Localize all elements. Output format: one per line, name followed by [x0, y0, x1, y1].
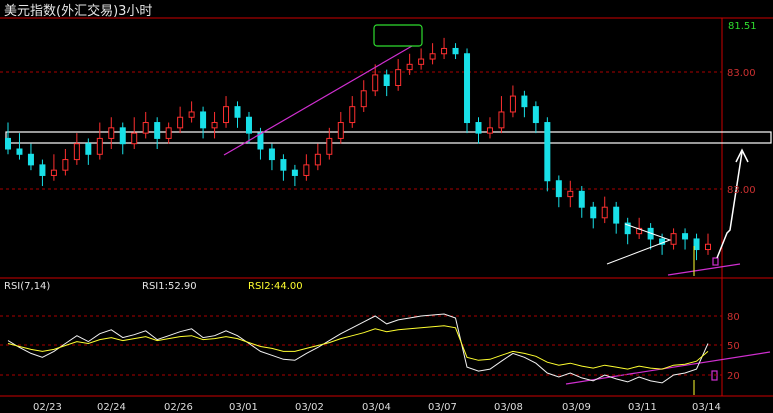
candle-body	[326, 137, 333, 155]
candle-body	[119, 127, 126, 145]
rsi1-value: RSI1:52.90	[142, 281, 197, 292]
candle-body	[200, 111, 207, 129]
date-label: 02/24	[97, 402, 126, 413]
candle-body	[693, 238, 700, 251]
candle-body	[670, 233, 677, 245]
candle-body	[441, 47, 448, 55]
candle-body	[223, 106, 230, 124]
date-label: 02/26	[164, 402, 193, 413]
date-label: 03/02	[295, 402, 324, 413]
candle-body	[532, 106, 539, 124]
candle-body	[486, 127, 493, 134]
rsi-axis-20: 20	[727, 371, 740, 382]
bottom-trendline	[667, 263, 741, 276]
candle-body	[395, 69, 402, 86]
candle-body	[682, 233, 689, 240]
uptrend-line	[223, 45, 413, 156]
candle-body	[429, 53, 436, 60]
chart-canvas[interactable]: 81.51 83.00 83.00 80 50 20 02/23 02/24 02/…	[0, 0, 773, 413]
candle-body	[62, 159, 69, 171]
rsi1-line	[7, 313, 709, 384]
candle-body	[590, 206, 597, 219]
candle-body	[303, 164, 310, 176]
marker-box	[712, 257, 719, 266]
candle-body	[567, 190, 574, 198]
rsi2-line	[7, 325, 709, 370]
date-axis: 02/23 02/24 02/26 03/01 03/02 03/04 03/07 03/08…	[33, 402, 721, 413]
candle-body	[5, 137, 11, 150]
candle-body	[96, 137, 103, 155]
candle-body	[360, 90, 367, 108]
price-label-2: 83.00	[727, 185, 756, 196]
date-label: 03/07	[428, 402, 457, 413]
date-label: 03/09	[562, 402, 591, 413]
candle-body	[475, 122, 482, 134]
rsi-axis-50: 50	[727, 341, 740, 352]
candle-body	[578, 190, 585, 208]
candle-body	[16, 148, 23, 155]
candle-body	[39, 164, 46, 176]
date-label: 03/04	[362, 402, 391, 413]
candle-body	[406, 63, 413, 71]
rsi2-value: RSI2:44.00	[248, 281, 303, 292]
candle-body	[245, 116, 252, 134]
candle-body	[544, 122, 551, 182]
candlestick-series	[5, 37, 711, 261]
candle-body	[108, 127, 115, 139]
candle-body	[50, 169, 57, 176]
rsi-name: RSI(7,14)	[4, 281, 51, 292]
candle-body	[349, 106, 356, 124]
candle-body	[142, 122, 149, 134]
date-label: 03/01	[229, 402, 258, 413]
candle-body	[418, 58, 425, 65]
candle-body	[314, 153, 321, 166]
candle-body	[509, 95, 516, 113]
candle-body	[521, 95, 528, 108]
price-axis: 81.51 83.00 83.00	[727, 19, 771, 196]
candle-body	[211, 122, 218, 129]
candle-body	[131, 132, 138, 145]
date-label: 03/14	[692, 402, 721, 413]
candle-body	[452, 47, 459, 55]
trendlines	[223, 45, 771, 385]
candle-body	[498, 111, 505, 129]
candle-body	[464, 53, 471, 124]
candle-body	[165, 127, 172, 139]
candle-body	[291, 169, 298, 176]
candle-body	[613, 206, 620, 224]
candle-body	[601, 206, 608, 219]
candle-body	[280, 159, 287, 171]
date-label: 03/11	[628, 402, 657, 413]
candle-body	[383, 74, 390, 86]
candle-body	[188, 111, 195, 118]
price-label-1: 83.00	[727, 68, 756, 79]
candle-body	[555, 180, 562, 198]
candle-body	[85, 143, 92, 155]
candle-body	[177, 116, 184, 129]
candle-body	[154, 122, 161, 139]
current-price-label: 81.51	[728, 21, 757, 32]
candle-body	[268, 148, 275, 161]
candle-body	[73, 143, 80, 161]
candle-body	[234, 106, 241, 118]
candle-body	[337, 122, 344, 139]
rsi-grid	[0, 315, 722, 376]
candle-body	[705, 243, 711, 251]
date-label: 03/08	[494, 402, 523, 413]
rsi-axis: 80 50 20	[727, 312, 740, 382]
candle-body	[27, 153, 34, 166]
date-label: 02/23	[33, 402, 62, 413]
rsi-axis-80: 80	[727, 312, 740, 323]
highlight-box	[373, 24, 423, 47]
candle-body	[372, 74, 379, 92]
